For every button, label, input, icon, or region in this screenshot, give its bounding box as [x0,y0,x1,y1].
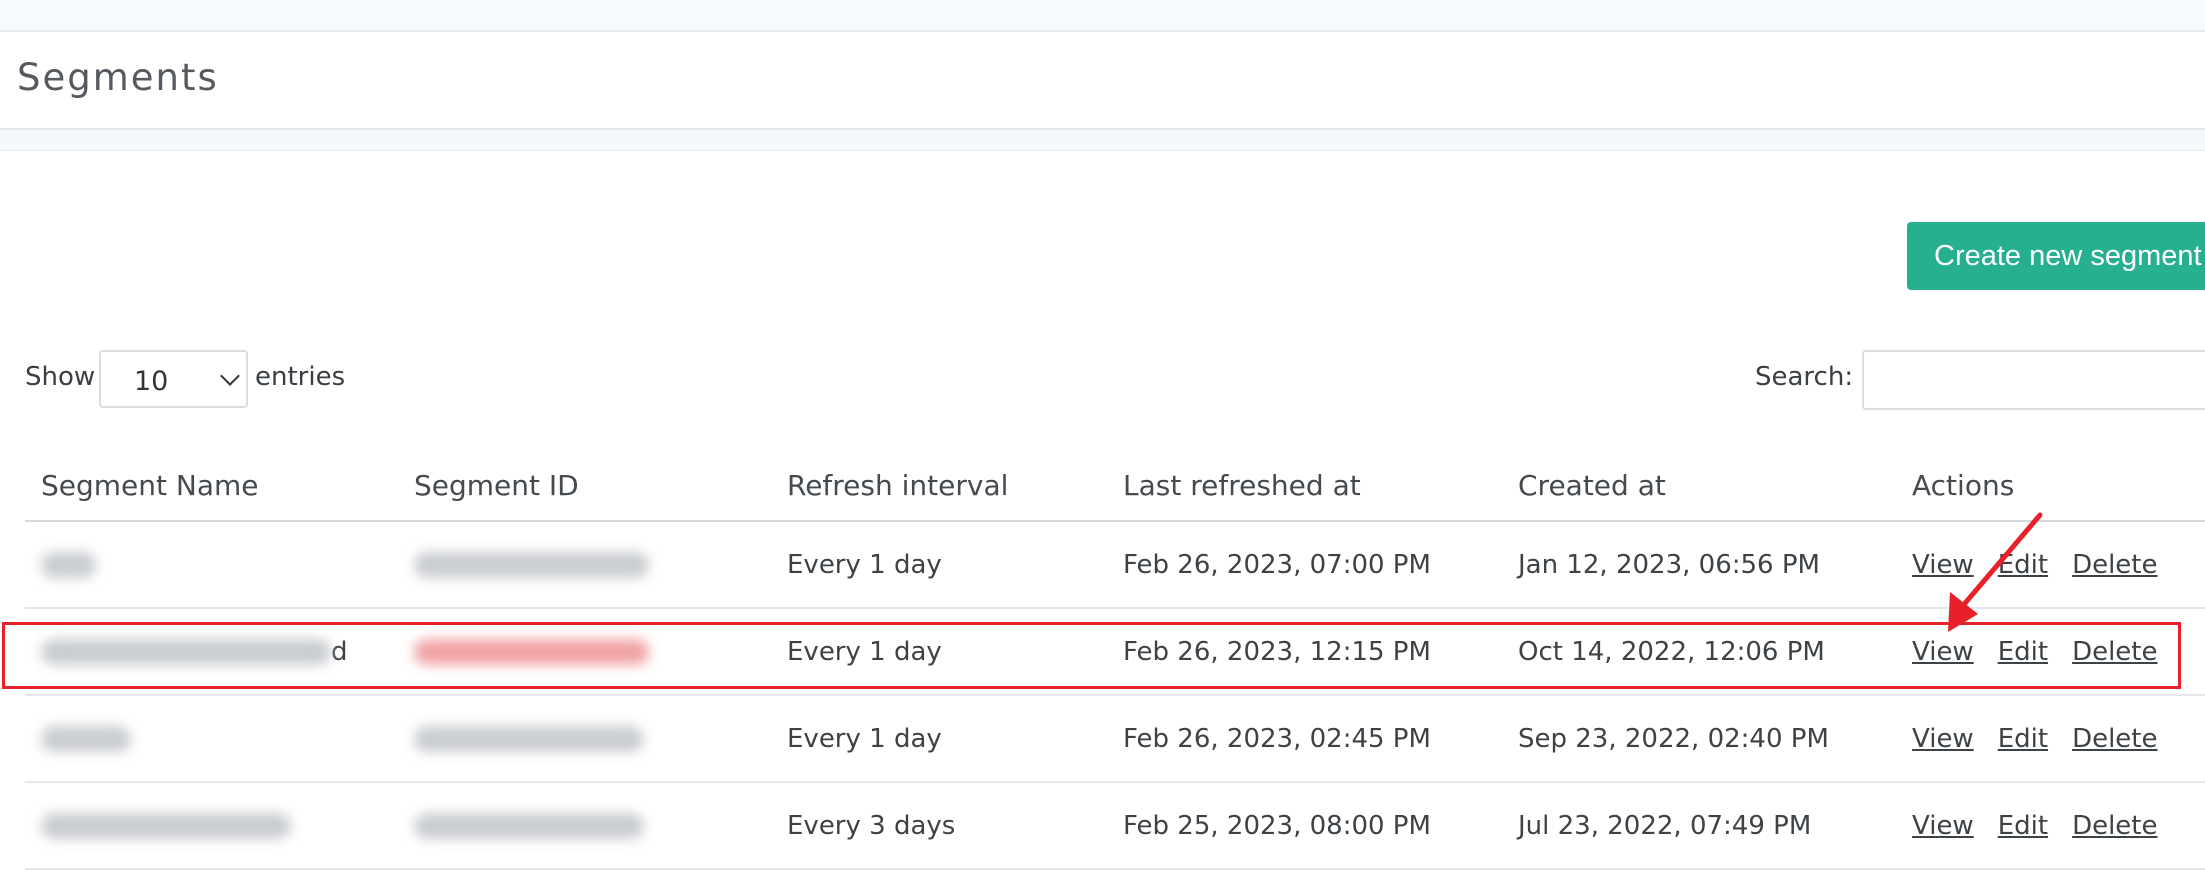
edit-link[interactable]: Edit [1998,550,2048,580]
table-row: Every 1 day Feb 26, 2023, 02:45 PM Sep 2… [25,695,2205,783]
column-header-actions: Actions [1896,450,2205,522]
table-row: Every 1 day Feb 26, 2023, 07:00 PM Jan 1… [25,521,2205,609]
view-link[interactable]: View [1912,637,1974,667]
actions-cell: View Edit Delete [1896,608,2205,696]
top-strip [0,0,2205,32]
actions-cell: View Edit Delete [1896,521,2205,609]
redacted-id [414,813,644,839]
delete-link[interactable]: Delete [2072,550,2157,580]
create-new-segment-button[interactable]: Create new segment [1907,222,2205,290]
column-header-created-at[interactable]: Created at [1502,450,1896,522]
column-header-last-refreshed[interactable]: Last refreshed at [1107,450,1502,522]
edit-link[interactable]: Edit [1998,724,2048,754]
show-label: Show [25,362,96,392]
created-at-cell: Jan 12, 2023, 06:56 PM [1502,521,1896,609]
edit-link[interactable]: Edit [1998,811,2048,841]
view-link[interactable]: View [1912,811,1974,841]
created-at-cell: Jul 23, 2022, 07:49 PM [1502,782,1896,870]
table-header-row: Segment Name Segment ID Refresh interval… [25,450,2205,522]
redacted-name [41,639,331,665]
column-header-refresh-interval[interactable]: Refresh interval [771,450,1107,522]
last-refreshed-cell: Feb 25, 2023, 08:00 PM [1107,782,1502,870]
segment-id-cell [398,521,771,609]
created-at-cell: Sep 23, 2022, 02:40 PM [1502,695,1896,783]
created-at-cell: Oct 14, 2022, 12:06 PM [1502,608,1896,696]
redacted-id [414,726,644,752]
delete-link[interactable]: Delete [2072,724,2157,754]
edit-link[interactable]: Edit [1998,637,2048,667]
last-refreshed-cell: Feb 26, 2023, 12:15 PM [1107,608,1502,696]
search-label: Search: [1755,362,1854,392]
sub-strip [0,130,2205,151]
search-input[interactable] [1862,350,2205,410]
refresh-interval-cell: Every 1 day [771,521,1107,609]
last-refreshed-cell: Feb 26, 2023, 02:45 PM [1107,695,1502,783]
segment-id-cell [398,782,771,870]
view-link[interactable]: View [1912,724,1974,754]
actions-cell: View Edit Delete [1896,695,2205,783]
page-size-select[interactable]: 10 [99,350,248,408]
redacted-name [41,813,291,839]
segment-name-cell [25,521,398,609]
chevron-down-icon [220,366,240,386]
entries-label: entries [255,362,346,392]
column-header-segment-name[interactable]: Segment Name [25,450,398,522]
segment-name-tail: d [331,636,348,667]
segment-id-cell [398,608,771,696]
page-title: Segments [17,56,219,99]
redacted-id [414,552,649,578]
redacted-name [41,552,96,578]
table-row: Every 3 days Feb 25, 2023, 08:00 PM Jul … [25,782,2205,870]
column-header-segment-id[interactable]: Segment ID [398,450,771,522]
actions-cell: View Edit Delete [1896,782,2205,870]
refresh-interval-cell: Every 1 day [771,695,1107,783]
redacted-name [41,726,131,752]
refresh-interval-cell: Every 1 day [771,608,1107,696]
title-bar: Segments [0,32,2205,130]
refresh-interval-cell: Every 3 days [771,782,1107,870]
delete-link[interactable]: Delete [2072,811,2157,841]
table-row: d Every 1 day Feb 26, 2023, 12:15 PM Oct… [25,608,2205,696]
last-refreshed-cell: Feb 26, 2023, 07:00 PM [1107,521,1502,609]
page-size-value: 10 [134,366,169,397]
delete-link[interactable]: Delete [2072,637,2157,667]
segment-name-cell [25,695,398,783]
segment-name-cell: d [25,608,398,696]
view-link[interactable]: View [1912,550,1974,580]
segment-name-cell [25,782,398,870]
segment-id-cell [398,695,771,783]
segments-table: Segment Name Segment ID Refresh interval… [25,450,2205,870]
redacted-id [414,639,649,665]
